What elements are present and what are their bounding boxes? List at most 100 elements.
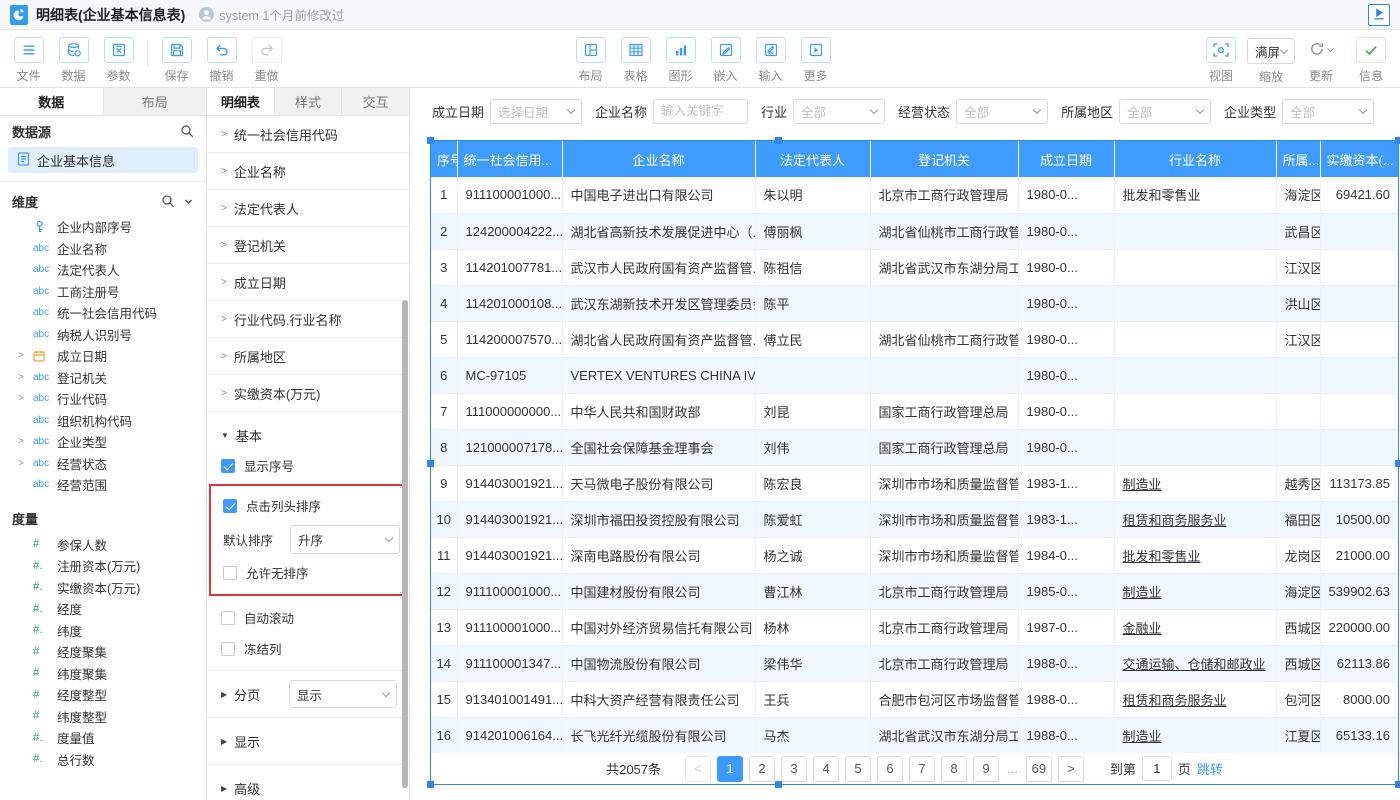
dimension-item-industry-code[interactable]: > abc 行业代码 bbox=[0, 388, 206, 410]
panel-tab-detail[interactable]: 明细表 bbox=[207, 88, 275, 115]
panel-tab-interaction[interactable]: 交互 bbox=[342, 88, 409, 115]
page-button-4[interactable]: 4 bbox=[813, 755, 840, 782]
column-header-est-date[interactable]: 成立日期 bbox=[1018, 141, 1115, 177]
selection-handle[interactable] bbox=[1395, 460, 1400, 467]
expand-icon[interactable]: > bbox=[18, 393, 33, 404]
dimension-item-registry[interactable]: > abc 登记机关 bbox=[0, 367, 206, 389]
dimension-item-org-code[interactable]: abc 组织机构代码 bbox=[0, 410, 206, 432]
next-page-button[interactable]: > bbox=[1057, 755, 1084, 782]
measure-item-total-rows[interactable]: #. 总行数 bbox=[0, 749, 206, 771]
measure-item-latitude-cluster[interactable]: # 纬度聚集 bbox=[0, 663, 206, 685]
selection-handle[interactable] bbox=[775, 781, 782, 788]
selection-handle[interactable] bbox=[1395, 137, 1400, 144]
page-button-6[interactable]: 6 bbox=[877, 755, 904, 782]
selection-handle[interactable] bbox=[427, 137, 434, 144]
search-icon[interactable] bbox=[161, 194, 175, 208]
expand-icon[interactable]: > bbox=[18, 350, 33, 361]
filter-select-industry[interactable]: 全部 bbox=[793, 98, 886, 124]
panel-field[interactable]: > 行业代码.行业名称 bbox=[207, 301, 409, 338]
filter-select-district[interactable]: 全部 bbox=[1119, 98, 1212, 124]
toolbar-zoom-control[interactable]: 满屏 缩放 bbox=[1246, 30, 1296, 85]
panel-field[interactable]: > 登记机关 bbox=[207, 227, 409, 264]
industry-link[interactable]: 批发和零售业 bbox=[1123, 549, 1201, 564]
sidebar-tab-data[interactable]: 数据 bbox=[0, 88, 104, 115]
table-cell[interactable]: 制造业 bbox=[1114, 717, 1277, 754]
dimension-item-company-type[interactable]: > abc 企业类型 bbox=[0, 431, 206, 453]
selection-handle[interactable] bbox=[427, 460, 434, 467]
panel-field[interactable]: > 法定代表人 bbox=[207, 190, 409, 227]
selection-handle[interactable] bbox=[775, 137, 782, 144]
toolbar-button-undo[interactable]: 撤销 bbox=[199, 30, 244, 84]
expand-icon[interactable]: > bbox=[18, 458, 33, 469]
default-sort-select[interactable]: 升序 bbox=[290, 524, 400, 554]
panel-field[interactable]: > 实缴资本(万元) bbox=[207, 375, 409, 412]
chevron-down-icon[interactable] bbox=[1326, 44, 1335, 53]
zoom-select[interactable]: 满屏 bbox=[1247, 38, 1295, 64]
chevron-down-icon[interactable] bbox=[183, 196, 194, 207]
toolbar-button-view[interactable]: 视图 bbox=[1196, 30, 1246, 85]
dimension-item-biz-reg-no[interactable]: abc 工商注册号 bbox=[0, 281, 206, 303]
panel-field[interactable]: > 企业名称 bbox=[207, 153, 409, 190]
column-header-industry[interactable]: 行业名称 bbox=[1114, 141, 1277, 177]
table-cell[interactable]: 交通运输、仓储和邮政业 bbox=[1114, 645, 1277, 682]
table-cell[interactable]: 制造业 bbox=[1114, 465, 1277, 502]
panel-tab-style[interactable]: 样式 bbox=[274, 88, 343, 115]
toolbar-button-chart[interactable]: 图形 bbox=[658, 30, 703, 84]
toolbar-button-refresh[interactable]: 更新 bbox=[1296, 30, 1346, 85]
table-cell[interactable]: 金融业 bbox=[1114, 609, 1277, 646]
toolbar-button-data[interactable]: 数据 bbox=[51, 30, 96, 84]
search-icon[interactable] bbox=[180, 124, 194, 138]
measure-item-insured-count[interactable]: # 参保人数 bbox=[0, 534, 206, 556]
table-cell[interactable]: 租赁和商务服务业 bbox=[1114, 681, 1277, 718]
dimension-item-company-name[interactable]: abc 企业名称 bbox=[0, 238, 206, 260]
column-header-paid-capital[interactable]: 实缴资本(... bbox=[1320, 141, 1398, 177]
panel-field[interactable]: > 成立日期 bbox=[207, 264, 409, 301]
page-button-8[interactable]: 8 bbox=[941, 755, 968, 782]
detail-table-widget[interactable]: 序号 统一社会信用... 企业名称 法定代表人 登记机关 成立日期 行业名称 所属... 实缴资… bbox=[427, 137, 1400, 788]
paging-section[interactable]: ▶ 分页 显示 bbox=[207, 677, 409, 711]
toolbar-button-save[interactable]: 保存 bbox=[154, 30, 199, 84]
measure-item-measure-value[interactable]: #. 度量值 bbox=[0, 727, 206, 749]
expand-icon[interactable]: > bbox=[18, 436, 33, 447]
goto-page-input[interactable] bbox=[1141, 756, 1172, 781]
preview-run-button[interactable] bbox=[1368, 3, 1390, 26]
show-index-checkbox[interactable] bbox=[221, 458, 235, 473]
dimension-item-op-scope[interactable]: abc 经营范围 bbox=[0, 474, 206, 496]
filter-select-est-date[interactable]: 选择日期 bbox=[490, 98, 583, 124]
measure-item-registered-capital[interactable]: #. 注册资本(万元) bbox=[0, 555, 206, 577]
column-header-index[interactable]: 序号 bbox=[431, 141, 458, 177]
toolbar-button-embed[interactable]: 嵌入 bbox=[703, 30, 748, 84]
page-button-3[interactable]: 3 bbox=[781, 755, 808, 782]
toolbar-button-params[interactable]: 参数 bbox=[96, 30, 141, 84]
advanced-section[interactable]: ▶ 高级 bbox=[207, 771, 409, 800]
industry-link[interactable]: 租赁和商务服务业 bbox=[1123, 693, 1227, 708]
filter-select-op-status[interactable]: 全部 bbox=[956, 98, 1049, 124]
table-cell[interactable]: 制造业 bbox=[1114, 573, 1277, 610]
column-header-legal-rep[interactable]: 法定代表人 bbox=[755, 141, 871, 177]
filter-select-company-type[interactable]: 全部 bbox=[1282, 98, 1375, 124]
panel-field[interactable]: > 统一社会信用代码 bbox=[207, 116, 409, 153]
paging-select[interactable]: 显示 bbox=[289, 680, 397, 708]
goto-button[interactable]: 跳转 bbox=[1197, 759, 1223, 778]
page-button-69[interactable]: 69 bbox=[1025, 755, 1052, 782]
allow-no-sort-checkbox[interactable] bbox=[223, 565, 237, 580]
display-section[interactable]: ▶ 显示 bbox=[207, 724, 409, 758]
datasource-item[interactable]: 企业基本信息 bbox=[8, 147, 198, 173]
sidebar-tab-layout[interactable]: 布局 bbox=[103, 88, 206, 115]
auto-scroll-checkbox[interactable] bbox=[221, 610, 235, 625]
page-button-5[interactable]: 5 bbox=[845, 755, 872, 782]
prev-page-button[interactable]: < bbox=[685, 755, 712, 782]
toolbar-button-layout[interactable]: 布局 bbox=[568, 30, 613, 84]
toolbar-button-file[interactable]: 文件 bbox=[6, 30, 51, 84]
column-header-registry[interactable]: 登记机关 bbox=[870, 141, 1019, 177]
measure-item-longitude[interactable]: #. 经度 bbox=[0, 598, 206, 620]
dimension-item-legal-rep[interactable]: abc 法定代表人 bbox=[0, 259, 206, 281]
panel-field[interactable]: > 所属地区 bbox=[207, 338, 409, 375]
measure-item-latitude-int[interactable]: # 纬度整型 bbox=[0, 706, 206, 728]
dimension-item-op-status[interactable]: > abc 经营状态 bbox=[0, 453, 206, 475]
page-button-9[interactable]: 9 bbox=[973, 755, 1000, 782]
dimension-item-internal-no[interactable]: 企业内部序号 bbox=[0, 216, 206, 238]
column-header-district[interactable]: 所属... bbox=[1276, 141, 1321, 177]
industry-link[interactable]: 金融业 bbox=[1123, 621, 1162, 636]
industry-link[interactable]: 制造业 bbox=[1123, 729, 1162, 744]
